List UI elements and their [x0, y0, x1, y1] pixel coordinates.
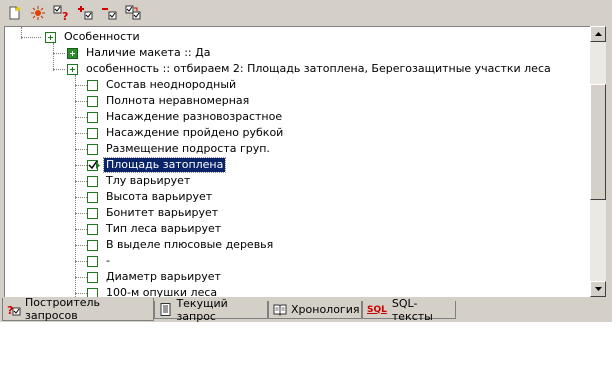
checkbox-checked-icon[interactable]: [87, 159, 100, 172]
toolbar: ?: [0, 0, 612, 26]
tree-connector: [75, 101, 87, 102]
tab-history[interactable]: Хронология: [268, 301, 362, 319]
tree-connector: [75, 75, 76, 297]
tree-item-label: Полнота неравномерная: [106, 94, 250, 107]
checkbox[interactable]: [87, 143, 98, 155]
tree-connector: [75, 277, 87, 278]
expand-icon[interactable]: [67, 47, 78, 59]
tree-checkbox-item[interactable]: Размещение подроста груп.: [87, 141, 272, 157]
tree-connector: [75, 229, 87, 230]
tree-item-label: Состав неоднородный: [106, 78, 237, 91]
tree-checkbox-item[interactable]: Насаждение пройдено рубкой: [87, 125, 285, 141]
tree-connector: [75, 245, 87, 246]
tree-connector: [53, 53, 65, 54]
tab-sql-texts[interactable]: SQL SQL-тексты: [362, 297, 456, 323]
checkbox[interactable]: [87, 175, 98, 187]
tree-item-label: Тип леса варьирует: [106, 222, 222, 235]
tree-checkbox-item[interactable]: Полнота неравномерная: [87, 93, 251, 109]
tree-connector: [75, 197, 87, 198]
tree-checkbox-item[interactable]: Тип леса варьирует: [87, 221, 223, 237]
tree-connector: [75, 117, 87, 118]
tab-label: Хронология: [291, 303, 360, 316]
document-icon: [159, 303, 172, 316]
check-help-icon[interactable]: ?: [52, 4, 72, 22]
tree-item-label: Размещение подроста груп.: [106, 142, 270, 155]
tree-item-label: Тлу варьирует: [106, 174, 191, 187]
tree-root-label: Особенности: [64, 30, 140, 43]
tree-checkbox-item[interactable]: В выделе плюсовые деревья: [87, 237, 275, 253]
tree-checkbox-item[interactable]: -: [87, 253, 112, 269]
scroll-thumb[interactable]: [590, 84, 606, 200]
tree-item-label: Диаметр варьирует: [106, 270, 221, 283]
new-query-icon[interactable]: [4, 4, 24, 22]
tree-connector: [75, 181, 87, 182]
tree-connector: [75, 213, 87, 214]
copy-checked-icon[interactable]: [124, 4, 144, 22]
tree-root-node[interactable]: Особенности: [45, 29, 142, 45]
tree-connector: [75, 133, 87, 134]
add-condition-icon[interactable]: [76, 4, 96, 22]
history-book-icon: [273, 303, 287, 316]
tree-checkbox-item[interactable]: Тлу варьирует: [87, 173, 192, 189]
tab-label: SQL-тексты: [391, 296, 433, 323]
tree-checkbox-item[interactable]: Насаждение разновозрастное: [87, 109, 284, 125]
tree-item-label: Бонитет варьирует: [106, 206, 219, 219]
tree-connector: [53, 43, 54, 71]
checkbox[interactable]: [87, 223, 98, 235]
checkbox[interactable]: [87, 79, 98, 91]
tree-node[interactable]: Наличие макета :: Да: [67, 45, 212, 61]
svg-text:?: ?: [62, 10, 68, 21]
checkbox[interactable]: [87, 239, 98, 251]
sql-icon: SQL: [367, 304, 387, 315]
checkbox[interactable]: [87, 111, 98, 123]
tree-connector: [53, 69, 65, 70]
tree-node[interactable]: особенность :: отбираем 2: Площадь затоп…: [67, 61, 553, 77]
vertical-scrollbar[interactable]: [590, 26, 606, 297]
checkbox[interactable]: [87, 127, 98, 139]
tree-node-label: особенность :: отбираем 2: Площадь затоп…: [86, 62, 551, 75]
tree-item-label: Высота варьирует: [106, 190, 213, 203]
tab-query-builder[interactable]: ? Построитель запросов: [2, 296, 154, 322]
checkbox[interactable]: [87, 255, 98, 267]
tab-current-query[interactable]: Текущий запрос: [154, 297, 268, 323]
tab-strip: ? Построитель запросов Текущий запрос Хр…: [0, 296, 612, 323]
tree-checkbox-item[interactable]: Состав неоднородный: [87, 77, 238, 93]
tree-checkbox-item[interactable]: Площадь затоплена: [87, 157, 227, 173]
query-builder-icon: ?: [7, 303, 21, 316]
tree-connector: [75, 293, 87, 294]
tree-item-label: Насаждение разновозрастное: [106, 110, 283, 123]
criteria-tree[interactable]: Особенности Наличие макета :: Да особенн…: [4, 26, 591, 297]
remove-condition-icon[interactable]: [100, 4, 120, 22]
checkbox[interactable]: [87, 95, 98, 107]
tree-connector: [75, 149, 87, 150]
tab-label: Текущий запрос: [176, 296, 228, 323]
tree-item-label: Насаждение пройдено рубкой: [106, 126, 284, 139]
checkbox[interactable]: [87, 207, 98, 219]
tree-item-label: -: [106, 254, 110, 267]
tree-node-label: Наличие макета :: Да: [86, 46, 211, 59]
collapse-icon[interactable]: [67, 63, 78, 75]
arrow-up-icon: [594, 32, 602, 36]
arrow-down-icon: [594, 287, 602, 291]
tree-item-label: Площадь затоплена: [102, 157, 227, 173]
collapse-icon[interactable]: [45, 31, 56, 43]
tree-checkbox-item[interactable]: Высота варьирует: [87, 189, 214, 205]
tree-connector: [75, 85, 87, 86]
tree-item-label: В выделе плюсовые деревья: [106, 238, 274, 251]
tab-label: Построитель запросов: [25, 296, 101, 322]
checkbox[interactable]: [87, 191, 98, 203]
tree-connector: [75, 261, 87, 262]
clear-icon[interactable]: [28, 4, 48, 22]
scroll-up-button[interactable]: [590, 26, 606, 42]
tree-checkbox-item[interactable]: Диаметр варьирует: [87, 269, 223, 285]
tree-connector: [75, 165, 87, 166]
checkbox[interactable]: [87, 271, 98, 283]
scroll-down-button[interactable]: [590, 281, 606, 297]
tree-connector: [21, 37, 41, 38]
tree-checkbox-item[interactable]: Бонитет варьирует: [87, 205, 220, 221]
svg-text:?: ?: [7, 304, 13, 316]
query-builder-window: ? Особенности Наличие макета :: Да особе…: [0, 0, 612, 323]
